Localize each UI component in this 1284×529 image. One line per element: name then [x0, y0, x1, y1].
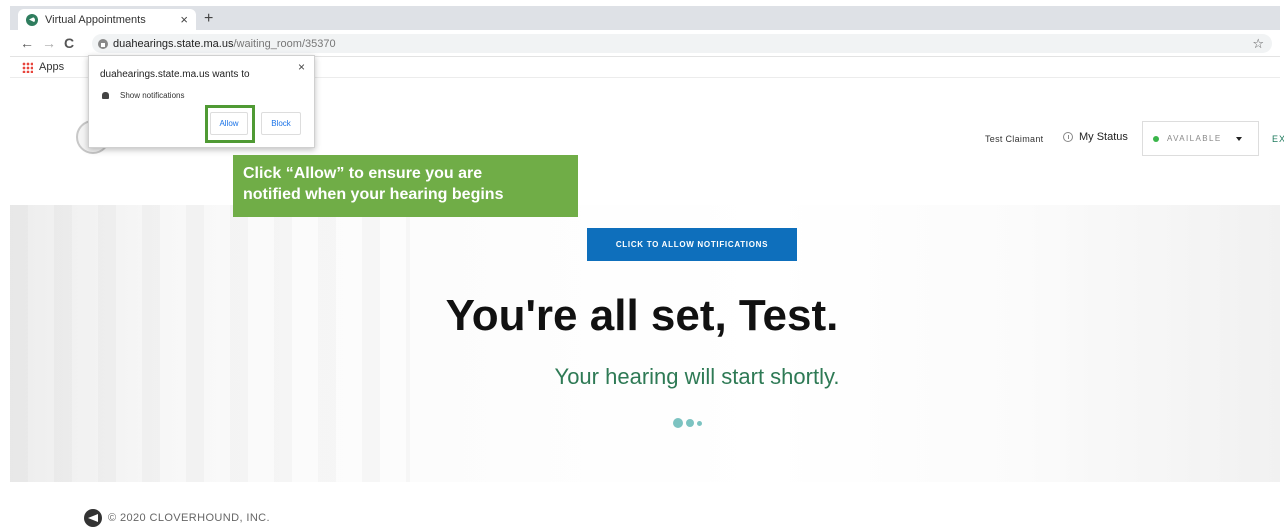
- permission-label: Show notifications: [120, 91, 185, 100]
- url-path: /waiting_room/35370: [233, 37, 336, 50]
- footer: © 2020 CLOVERHOUND, INC.: [84, 509, 270, 527]
- block-button[interactable]: Block: [261, 112, 301, 135]
- bell-icon: [102, 92, 109, 99]
- allow-notifications-button[interactable]: CLICK TO ALLOW NOTIFICATIONS: [587, 228, 797, 261]
- browser-toolbar: ← → C duahearings.state.ma.us /waiting_r…: [10, 30, 1280, 57]
- hero-curtain-image: [10, 205, 410, 482]
- browser-tab[interactable]: Virtual Appointments ×: [18, 9, 196, 30]
- info-icon: [1063, 132, 1073, 142]
- page-subline: Your hearing will start shortly.: [554, 364, 840, 389]
- cloverhound-logo-icon: [84, 509, 102, 527]
- apps-label: Apps: [39, 61, 65, 73]
- new-tab-button[interactable]: +: [204, 10, 213, 28]
- popup-close-icon[interactable]: ×: [298, 60, 305, 74]
- forward-icon[interactable]: →: [42, 35, 56, 51]
- status-dropdown[interactable]: AVAILABLE: [1142, 121, 1259, 156]
- tab-title: Virtual Appointments: [45, 13, 146, 26]
- copyright-text: © 2020 CLOVERHOUND, INC.: [108, 512, 270, 524]
- apps-grid-icon: [22, 61, 33, 73]
- popup-title: duahearings.state.ma.us wants to: [100, 69, 250, 80]
- callout-line-1: Click “Allow” to ensure you are: [243, 165, 483, 182]
- tab-close-icon[interactable]: ×: [180, 12, 188, 27]
- caret-down-icon: [1236, 136, 1242, 141]
- back-icon[interactable]: ←: [20, 35, 34, 51]
- url-host: duahearings.state.ma.us: [113, 37, 234, 50]
- page: Virtual Appointments × + ← → C duahearin…: [0, 0, 1284, 529]
- lock-icon[interactable]: [98, 38, 108, 49]
- exit-link[interactable]: EXIT: [1272, 134, 1284, 144]
- apps-bookmark[interactable]: Apps: [22, 61, 64, 73]
- allow-button[interactable]: Allow: [210, 112, 248, 135]
- permission-row: Show notifications: [102, 91, 184, 100]
- tab-strip: Virtual Appointments × +: [10, 6, 1280, 30]
- status-value: AVAILABLE: [1167, 134, 1222, 143]
- address-bar[interactable]: duahearings.state.ma.us /waiting_room/35…: [92, 34, 1272, 53]
- user-name: Test Claimant: [985, 134, 1044, 144]
- available-dot-icon: [1153, 135, 1159, 142]
- instruction-callout: Click “Allow” to ensure you are notified…: [233, 155, 578, 217]
- reload-icon[interactable]: C: [64, 35, 74, 51]
- page-headline: You're all set, Test.: [445, 291, 839, 340]
- loading-dots-icon: [673, 418, 705, 428]
- callout-line-2: notified when your hearing begins: [243, 186, 504, 203]
- cloverhound-favicon-icon: [26, 13, 38, 26]
- my-status-link[interactable]: My Status: [1063, 131, 1128, 143]
- notification-permission-popup: duahearings.state.ma.us wants to × Show …: [88, 55, 315, 148]
- bookmark-star-icon[interactable]: ☆: [1252, 36, 1264, 52]
- my-status-label: My Status: [1079, 131, 1128, 143]
